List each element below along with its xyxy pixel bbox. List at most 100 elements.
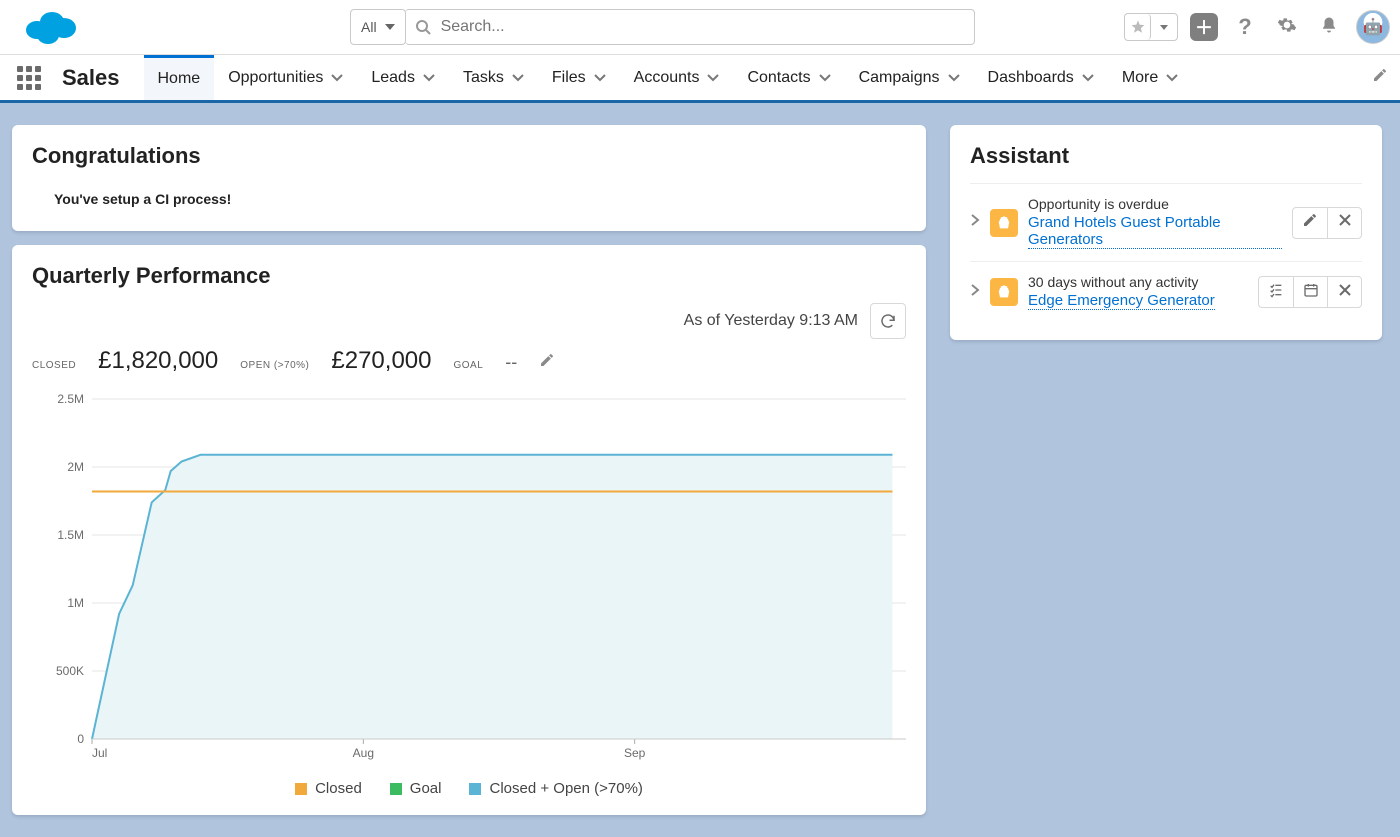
nav-tab-dashboards[interactable]: Dashboards: [974, 55, 1108, 100]
assistant-actions: [1258, 276, 1362, 308]
chart-legend: Closed Goal Closed + Open (>70%): [32, 780, 906, 797]
setup-button[interactable]: [1272, 12, 1302, 42]
assistant-link[interactable]: Edge Emergency Generator: [1028, 292, 1215, 310]
nav-tab-more[interactable]: More: [1108, 55, 1192, 100]
salesforce-logo[interactable]: [22, 8, 78, 46]
global-search[interactable]: [405, 9, 975, 45]
legend-goal: Goal: [390, 780, 442, 797]
congratulations-card: Congratulations You've setup a CI proces…: [12, 125, 926, 231]
svg-text:1M: 1M: [67, 596, 84, 610]
search-scope-select[interactable]: All: [350, 9, 406, 45]
congratulations-message: You've setup a CI process!: [54, 191, 906, 207]
nav-tab-opportunities[interactable]: Opportunities: [214, 55, 357, 100]
svg-text:Sep: Sep: [624, 746, 646, 760]
quarterly-chart: 0500K1M1.5M2M2.5MJulAugSep Closed Goal C…: [32, 389, 906, 797]
user-avatar[interactable]: 🤖: [1356, 10, 1390, 44]
edit-nav-button[interactable]: [1372, 67, 1388, 88]
edit-icon: [1302, 212, 1318, 233]
search-scope-label: All: [361, 19, 377, 35]
chevron-down-icon: [819, 69, 831, 87]
nav-tabs: Home OpportunitiesLeads Tasks Files Accounts…: [144, 55, 1193, 100]
chevron-down-icon: [331, 69, 343, 87]
assistant-link[interactable]: Grand Hotels Guest Portable Generators: [1028, 214, 1282, 249]
refresh-button[interactable]: [870, 303, 906, 339]
nav-tab-label: Accounts: [634, 69, 700, 87]
app-launcher-button[interactable]: [12, 61, 46, 95]
quarterly-title: Quarterly Performance: [32, 263, 906, 289]
question-icon: ?: [1238, 14, 1251, 40]
chevron-down-icon: [1166, 69, 1178, 87]
task-icon: [1268, 282, 1284, 303]
chevron-down-icon: [707, 69, 719, 87]
nav-tab-accounts[interactable]: Accounts: [620, 55, 734, 100]
opportunity-icon: [990, 209, 1018, 237]
nav-tab-campaigns[interactable]: Campaigns: [845, 55, 974, 100]
assistant-edit-button[interactable]: [1293, 208, 1327, 238]
legend-closed: Closed: [295, 780, 362, 797]
chart-svg: 0500K1M1.5M2M2.5MJulAugSep: [32, 389, 906, 769]
legend-open: Closed + Open (>70%): [469, 780, 642, 797]
assistant-task-button[interactable]: [1259, 277, 1293, 307]
quarterly-performance-card: Quarterly Performance As of Yesterday 9:…: [12, 245, 926, 815]
nav-tab-files[interactable]: Files: [538, 55, 620, 100]
assistant-event-button[interactable]: [1293, 277, 1327, 307]
global-header: All ＋ ? 🤖: [0, 0, 1400, 55]
goal-value: --: [505, 352, 517, 373]
assistant-item: Opportunity is overdue Grand Hotels Guest…: [970, 183, 1362, 261]
nav-tab-label: Campaigns: [859, 69, 940, 87]
nav-tab-label: Files: [552, 69, 586, 87]
chevron-down-icon: [594, 69, 606, 87]
svg-text:2M: 2M: [67, 460, 84, 474]
caret-down-icon: [385, 24, 395, 30]
svg-text:500K: 500K: [56, 664, 84, 678]
favorite-star-button[interactable]: [1125, 14, 1151, 40]
help-button[interactable]: ?: [1230, 12, 1260, 42]
search-input[interactable]: [441, 18, 964, 36]
notifications-button[interactable]: [1314, 12, 1344, 42]
svg-text:0: 0: [77, 732, 84, 746]
congratulations-title: Congratulations: [32, 143, 906, 169]
closed-label: CLOSED: [32, 355, 76, 371]
nav-tab-tasks[interactable]: Tasks: [449, 55, 538, 100]
nav-tab-label: Tasks: [463, 69, 504, 87]
assistant-actions: [1292, 207, 1362, 239]
refresh-icon: [879, 312, 897, 330]
nav-tab-home[interactable]: Home: [144, 55, 215, 100]
chevron-down-icon: [512, 69, 524, 87]
nav-tab-contacts[interactable]: Contacts: [733, 55, 844, 100]
assistant-list: Opportunity is overdue Grand Hotels Guest…: [970, 183, 1362, 322]
open-label: OPEN (>70%): [240, 355, 309, 371]
goal-label: GOAL: [454, 355, 484, 371]
global-add-button[interactable]: ＋: [1190, 13, 1218, 41]
nav-tab-label: Home: [158, 70, 201, 88]
chevron-down-icon: [948, 69, 960, 87]
search-icon: [415, 19, 431, 35]
chevron-right-icon[interactable]: [970, 283, 980, 302]
app-navbar: Sales HomeOpportunitiesLeadsTasksFilesAc…: [0, 55, 1400, 103]
bell-icon: [1320, 15, 1338, 40]
as-of-text: As of Yesterday 9:13 AM: [684, 312, 858, 330]
nav-tab-label: Contacts: [747, 69, 810, 87]
favorite-dropdown-button[interactable]: [1151, 14, 1177, 40]
assistant-reason: Opportunity is overdue: [1028, 196, 1282, 212]
gear-icon: [1277, 15, 1297, 40]
assistant-dismiss-button[interactable]: [1327, 208, 1361, 238]
main-content: Congratulations You've setup a CI proces…: [0, 103, 1400, 837]
chevron-right-icon[interactable]: [970, 213, 980, 232]
dismiss-icon: [1338, 213, 1352, 232]
nav-tab-leads[interactable]: Leads: [357, 55, 449, 100]
closed-value: £1,820,000: [98, 347, 218, 375]
assistant-dismiss-button[interactable]: [1327, 277, 1361, 307]
assistant-title: Assistant: [970, 143, 1362, 169]
nav-tab-label: More: [1122, 69, 1158, 87]
opportunity-icon: [990, 278, 1018, 306]
svg-text:Aug: Aug: [353, 746, 374, 760]
svg-text:2.5M: 2.5M: [57, 392, 84, 406]
chevron-down-icon: [423, 69, 435, 87]
chevron-down-icon: [1082, 69, 1094, 87]
assistant-item: 30 days without any activity Edge Emergen…: [970, 261, 1362, 322]
favorites-group: [1124, 13, 1178, 41]
assistant-reason: 30 days without any activity: [1028, 274, 1248, 290]
svg-text:1.5M: 1.5M: [57, 528, 84, 542]
edit-goal-button[interactable]: [539, 352, 555, 373]
